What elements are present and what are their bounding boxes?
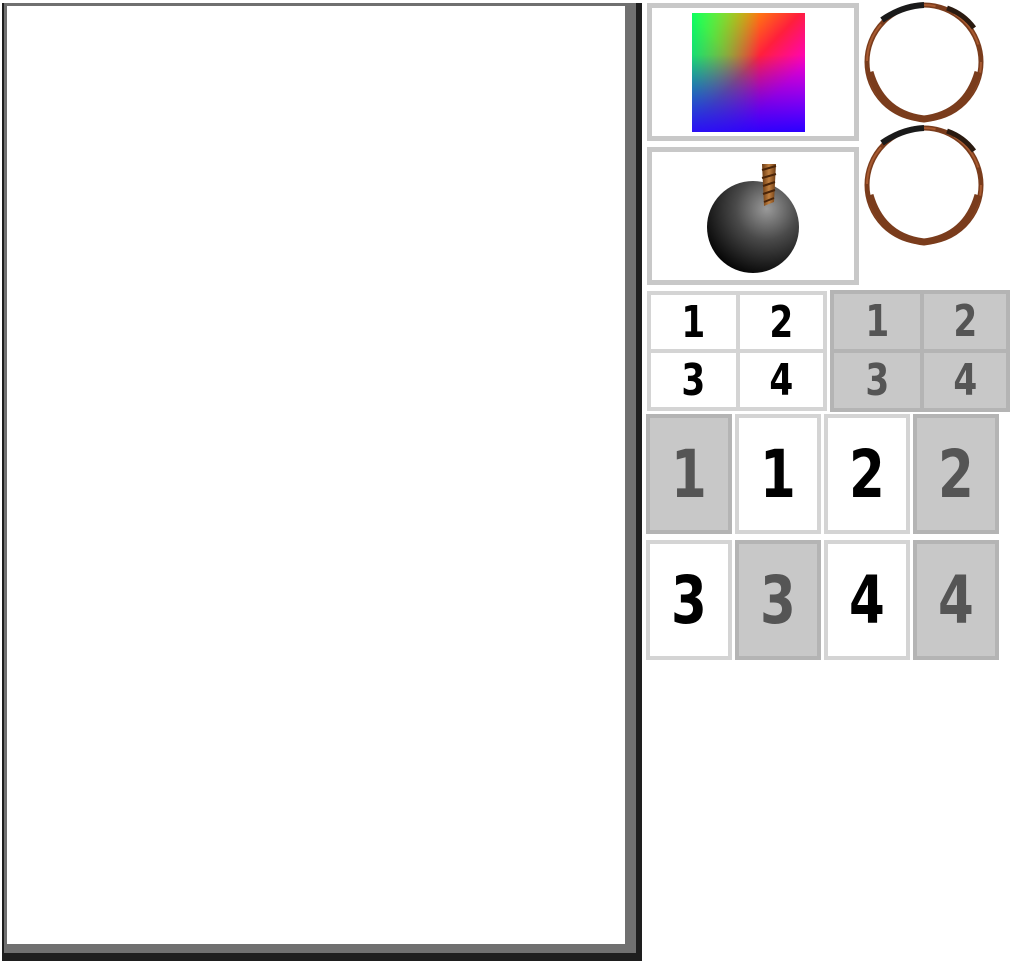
small-tile-2[interactable]: 2 [736,291,827,353]
big-tile-1[interactable]: 1 [735,414,821,534]
big-tile-1-selected[interactable]: 1 [646,414,732,534]
big-tile-2-selected[interactable]: 2 [913,414,999,534]
color-gradient-icon [692,13,805,132]
big-tile-4[interactable]: 4 [824,540,910,660]
small-tile-3-selected[interactable]: 3 [830,349,924,412]
small-tile-1-selected[interactable]: 1 [830,290,924,353]
big-tile-3-selected[interactable]: 3 [735,540,821,660]
game-board[interactable] [7,6,625,944]
big-tile-4-selected[interactable]: 4 [913,540,999,660]
small-tile-4[interactable]: 4 [736,349,827,411]
small-tile-4-selected[interactable]: 4 [920,349,1010,412]
big-tile-2[interactable]: 2 [824,414,910,534]
small-tile-3[interactable]: 3 [647,349,740,411]
ring-icon [864,125,984,246]
small-tile-2-selected[interactable]: 2 [920,290,1010,353]
small-tile-1[interactable]: 1 [647,291,740,353]
ring-icon [864,2,984,123]
bomb-icon [707,164,799,273]
big-tile-3[interactable]: 3 [646,540,732,660]
